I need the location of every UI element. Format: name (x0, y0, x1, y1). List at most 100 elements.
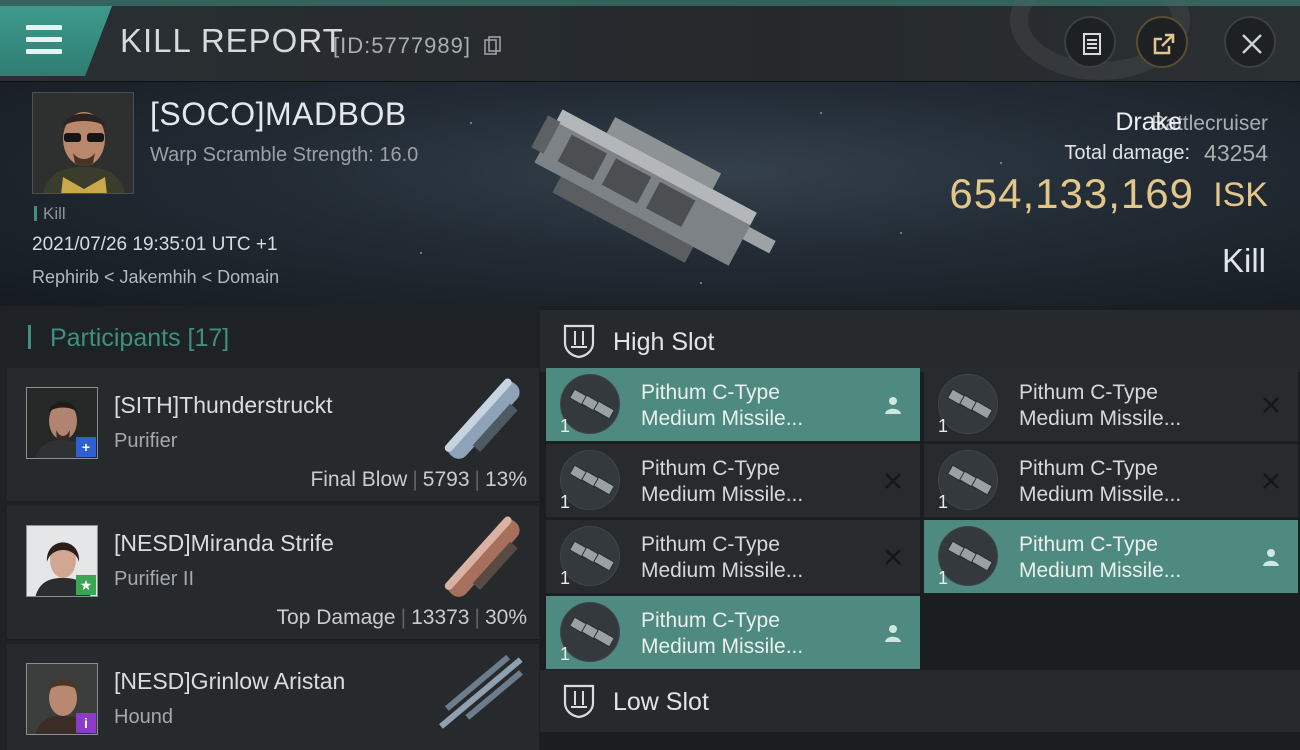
module-quantity: 1 (560, 416, 571, 436)
close-button[interactable] (1224, 16, 1276, 68)
participant-ship: Hound (114, 706, 173, 728)
victim-banner: [SOCO]MADBOB Warp Scramble Strength: 16.… (0, 82, 1300, 306)
module-name: Pithum C-Type Medium Missile... (641, 532, 803, 584)
ship-name[interactable]: Drake (1115, 108, 1182, 137)
participant-stats: Final Blow | 5793 | 13% (310, 468, 527, 491)
destroyed-x-icon (1263, 473, 1279, 489)
module-name-line2: Medium Missile... (1019, 407, 1182, 430)
participant-badge: ★ (76, 575, 96, 595)
participant-damage: 5793 (422, 468, 470, 491)
participant-ship-image (444, 378, 520, 459)
module-name-line1: Pithum C-Type (1019, 457, 1158, 480)
victim-ship-image[interactable] (505, 90, 795, 290)
module-item[interactable]: 1 Pithum C-Type Medium Missile... (546, 596, 920, 670)
participant-ship: Purifier (114, 430, 178, 452)
participants-label: Participants (49, 324, 181, 352)
module-name-line1: Pithum C-Type (1019, 533, 1158, 556)
module-name-line1: Pithum C-Type (641, 533, 780, 556)
participant-role: Final Blow (310, 468, 408, 491)
participant-role: Top Damage (276, 606, 396, 629)
kill-result: Kill (1221, 242, 1266, 279)
isk-unit: ISK (1213, 176, 1268, 214)
module-name-line2: Medium Missile... (1019, 559, 1182, 582)
kill-location[interactable]: Rephirib < Jakemhih < Domain (32, 267, 279, 288)
module-item[interactable]: 1 Pithum C-Type Medium Missile... (924, 368, 1298, 442)
dropped-person-icon (885, 625, 901, 642)
participant-portrait: + (26, 387, 98, 459)
participant-damage: 13373 (411, 606, 470, 629)
victim-name[interactable]: [SOCO]MADBOB (150, 96, 407, 133)
clipboard-icon (1083, 33, 1101, 55)
participant-card[interactable]: + [SITH]Thunderstruckt Purifier Final Bl… (7, 368, 539, 502)
module-name: Pithum C-Type Medium Missile... (641, 380, 803, 432)
module-name-line2: Medium Missile... (641, 559, 804, 582)
warp-scramble-strength: Warp Scramble Strength: 16.0 (150, 144, 419, 166)
header-bar: KILL REPORT [ID:5777989] (0, 0, 1300, 82)
dropped-person-icon (1263, 549, 1279, 566)
module-name-line1: Pithum C-Type (641, 381, 780, 404)
module-name-line1: Pithum C-Type (1019, 381, 1158, 404)
module-name-line2: Medium Missile... (1019, 483, 1182, 506)
participant-ship-image (444, 516, 520, 597)
page-title: KILL REPORT (120, 22, 344, 59)
module-name-line1: Pithum C-Type (641, 609, 780, 632)
share-button[interactable] (1136, 16, 1188, 68)
participant-card[interactable]: i [NESD]Grinlow Aristan Hound (7, 644, 539, 750)
participant-portrait: i (26, 663, 98, 735)
module-item[interactable]: 1 Pithum C-Type Medium Missile... (546, 444, 920, 518)
destroyed-x-icon (885, 473, 901, 489)
low-slot-header: Low Slot (540, 670, 1300, 732)
participant-percent: 30% (484, 606, 527, 629)
high-slot-title: High Slot (613, 328, 715, 356)
participants-header: Participants [17] (28, 324, 229, 353)
victim-portrait[interactable] (32, 92, 134, 194)
low-slot-title: Low Slot (613, 688, 709, 716)
dropped-person-icon (885, 397, 901, 414)
participants-count: [17] (187, 324, 230, 352)
module-quantity: 1 (938, 416, 949, 436)
module-name-line2: Medium Missile... (641, 483, 804, 506)
high-slot-header: High Slot (540, 310, 1300, 372)
fitting-panel: High Slot 1 Pithum C-Type Medium Missile..… (540, 306, 1300, 750)
module-name-line2: Medium Missile... (641, 407, 804, 430)
destroyed-x-icon (885, 549, 901, 565)
module-name: Pithum C-Type Medium Missile... (641, 608, 803, 660)
participant-card[interactable]: ★ [NESD]Miranda Strife Purifier II Top D… (7, 506, 539, 640)
close-icon (1242, 34, 1262, 54)
participant-ship-image (439, 654, 523, 729)
low-slot-icon (563, 684, 595, 719)
kill-datetime: 2021/07/26 19:35:01 UTC +1 (32, 234, 278, 255)
clipboard-button[interactable] (1064, 16, 1116, 68)
module-quantity: 1 (938, 492, 949, 512)
participant-badge: + (76, 437, 96, 457)
high-slot-icon (563, 324, 595, 359)
participant-badge: i (76, 713, 96, 733)
module-name-line1: Pithum C-Type (641, 457, 780, 480)
participant-portrait: ★ (26, 525, 98, 597)
destroyed-x-icon (1263, 397, 1279, 413)
kill-tag: Kill (34, 204, 66, 224)
module-name: Pithum C-Type Medium Missile... (1019, 456, 1181, 508)
participants-panel: Participants [17] + [SITH]Thunderstruckt… (0, 306, 540, 750)
report-id: [ID:5777989] (333, 33, 471, 58)
module-item[interactable]: 1 Pithum C-Type Medium Missile... (924, 444, 1298, 518)
module-name-line2: Medium Missile... (641, 635, 804, 658)
avatar (33, 93, 133, 193)
module-quantity: 1 (560, 568, 571, 588)
module-item[interactable]: 1 Pithum C-Type Medium Missile... (546, 368, 920, 442)
participant-name: [SITH]Thunderstruckt (114, 392, 333, 418)
total-damage-value: 43254 (1204, 140, 1268, 166)
module-quantity: 1 (560, 644, 571, 664)
copy-icon[interactable] (484, 36, 502, 56)
module-item[interactable]: 1 Pithum C-Type Medium Missile... (924, 520, 1298, 594)
module-name: Pithum C-Type Medium Missile... (641, 456, 803, 508)
module-quantity: 1 (938, 568, 949, 588)
participant-ship: Purifier II (114, 568, 195, 590)
participant-percent: 13% (484, 468, 527, 491)
module-item[interactable]: 1 Pithum C-Type Medium Missile... (546, 520, 920, 594)
isk-value: 654,133,169 (949, 170, 1194, 217)
participant-name: [NESD]Grinlow Aristan (114, 668, 346, 694)
menu-button[interactable] (0, 6, 112, 76)
share-icon (1153, 33, 1175, 55)
module-name: Pithum C-Type Medium Missile... (1019, 380, 1181, 432)
